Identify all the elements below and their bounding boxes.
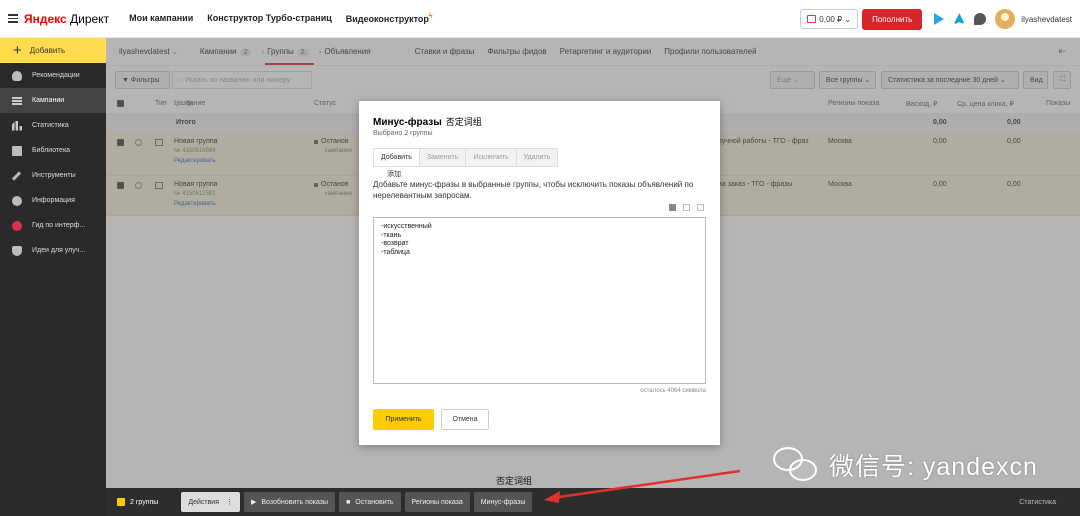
top-header: Яндекс Директ Мои кампании Конструктор Т… — [0, 0, 1080, 38]
bar-chart-icon — [12, 120, 22, 131]
minus-phrases-button[interactable]: Минус-фразы — [473, 492, 533, 512]
sidebar-item-statistics[interactable]: Статистика — [0, 113, 106, 138]
nav-video-constructor[interactable]: Видеоконструкторϟ — [346, 13, 433, 24]
sidebar-item-info[interactable]: Информация — [0, 188, 106, 213]
pay-button[interactable]: Пополнить — [862, 8, 923, 30]
remaining-chars: осталось 4064 символа — [640, 388, 706, 394]
sidebar-item-recommendations[interactable]: Рекомендации — [0, 63, 106, 88]
video-play-icon[interactable] — [934, 13, 945, 25]
statistics-link[interactable]: Статистика — [1019, 499, 1056, 506]
annotation-label: 否定词组 — [496, 476, 533, 486]
apply-button[interactable]: Применить — [373, 409, 434, 430]
logo[interactable]: Яндекс Директ — [24, 12, 109, 26]
stop-button[interactable]: ■ Остановить — [339, 492, 401, 512]
sort-icon[interactable] — [669, 204, 676, 211]
stop-icon: ■ — [346, 498, 351, 506]
dialog-title: Минус-фразы 否定词组 — [373, 117, 482, 128]
add-button[interactable]: + Добавить — [0, 38, 106, 63]
text-tools — [669, 204, 704, 211]
actions-button[interactable]: Действия ⋮ — [181, 492, 240, 512]
new-badge-icon: ϟ — [428, 13, 433, 20]
sidebar-item-guide[interactable]: Гид по интерф... — [0, 213, 106, 238]
username[interactable]: ilyashevdatest — [1021, 15, 1072, 24]
info-icon — [12, 195, 22, 206]
rocket-icon[interactable] — [953, 13, 966, 25]
chevron-down-icon: ⌄ — [844, 14, 852, 24]
sidebar-item-campaigns[interactable]: Кампании — [0, 88, 106, 113]
guide-icon — [12, 220, 22, 231]
plus-icon: + — [13, 42, 22, 59]
regions-button[interactable]: Регионы показа — [404, 492, 470, 512]
document-icon[interactable] — [683, 204, 690, 211]
mode-tabs: Добавить Заменить Исключить Удалить — [373, 148, 559, 167]
wallet-icon — [807, 15, 817, 23]
chat-icon[interactable] — [974, 13, 987, 25]
copy-icon[interactable] — [697, 204, 704, 211]
top-nav: Мои кампании Конструктор Турбо-страниц В… — [129, 13, 433, 24]
sidebar-item-tools[interactable]: Инструменты — [0, 163, 106, 188]
tab-delete[interactable]: Удалить — [517, 149, 558, 166]
list-icon — [12, 96, 22, 105]
library-icon — [12, 145, 22, 156]
menu-icon[interactable] — [8, 14, 18, 23]
watermark: 微信号: yandexcn — [773, 443, 1038, 487]
wechat-icon — [773, 443, 821, 487]
sidebar-item-ideas[interactable]: Идеи для улуч... — [0, 238, 106, 263]
bulk-action-bar: 2 группы Действия ⋮ ▶ Возобновить показы ■… — [106, 488, 1080, 516]
resume-button[interactable]: ▶ Возобновить показы — [244, 492, 336, 512]
more-vert-icon: ⋮ — [226, 499, 233, 506]
selection-count[interactable]: 2 группы — [117, 498, 158, 506]
play-icon: ▶ — [251, 499, 257, 506]
tab-annotation: 添加 — [387, 171, 401, 178]
bulb-icon — [12, 70, 22, 81]
wrench-icon — [11, 170, 22, 181]
tab-replace[interactable]: Заменить — [420, 149, 467, 166]
dialog-subtitle: Выбрано 2 группы — [373, 130, 433, 137]
tab-add[interactable]: Добавить — [374, 149, 420, 166]
minus-phrases-textarea[interactable]: -искусственный -ткань -возврат -таблица — [373, 217, 706, 384]
tab-exclude[interactable]: Исключить — [466, 149, 517, 166]
nav-my-campaigns[interactable]: Мои кампании — [129, 13, 193, 24]
minus-phrases-dialog: Минус-фразы 否定词组 Выбрано 2 группы Добавит… — [359, 101, 720, 445]
header-right: 0,00 ₽ ⌄ Пополнить ilyashevdatest — [800, 0, 1080, 38]
dialog-description: Добавьте минус-фразы в выбранные группы,… — [373, 180, 694, 200]
thumb-up-icon — [12, 245, 22, 256]
sidebar-item-library[interactable]: Библиотека — [0, 138, 106, 163]
nav-turbo-constructor[interactable]: Конструктор Турбо-страниц — [207, 13, 332, 24]
sidebar: + Добавить Рекомендации Кампании Статисти… — [0, 38, 106, 516]
balance-button[interactable]: 0,00 ₽ ⌄ — [800, 9, 859, 29]
selected-checkbox[interactable] — [117, 498, 125, 506]
cancel-button[interactable]: Отмена — [441, 409, 489, 430]
avatar[interactable] — [995, 9, 1016, 29]
